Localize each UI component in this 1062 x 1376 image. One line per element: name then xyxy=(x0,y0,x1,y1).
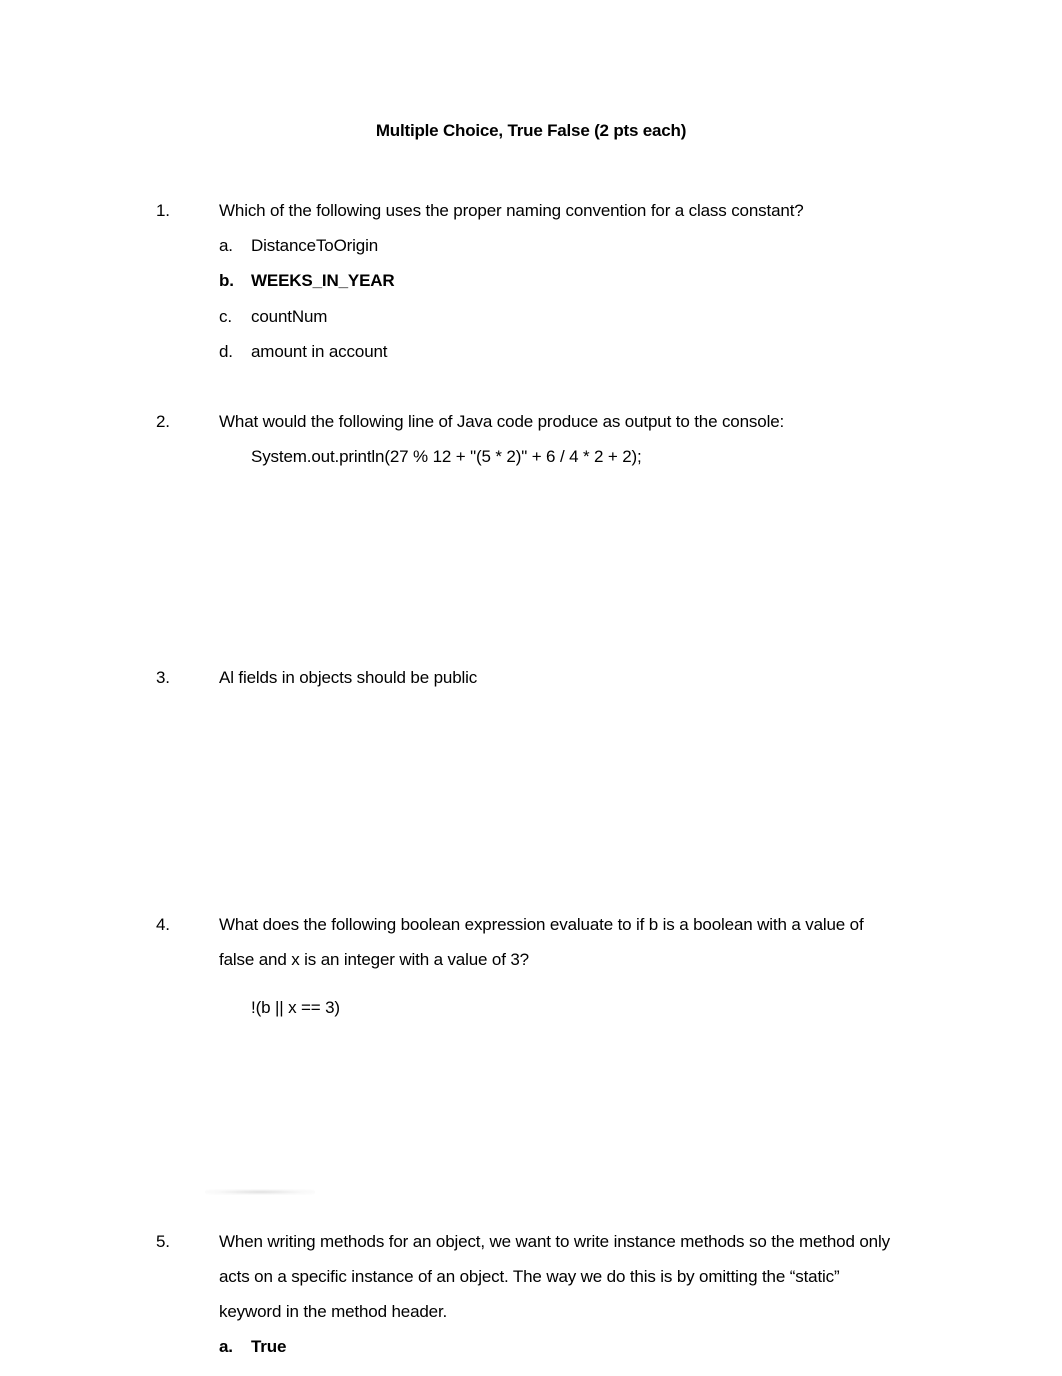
question-text: What would the following line of Java co… xyxy=(219,412,785,431)
document-page: Multiple Choice, True False (2 pts each)… xyxy=(0,0,1062,1376)
document-title: Multiple Choice, True False (2 pts each) xyxy=(375,121,687,140)
code-snippet: System.out.println(27 % 12 + "(5 * 2)" +… xyxy=(251,447,642,466)
question-text: keyword in the method header. xyxy=(219,1302,448,1321)
option-text: countNum xyxy=(251,307,328,326)
option-letter: a. xyxy=(219,236,233,255)
option-text: amount in account xyxy=(251,342,388,361)
option-letter: a. xyxy=(219,1337,233,1356)
option-letter: b. xyxy=(219,271,234,290)
question-text: Al fields in objects should be public xyxy=(219,668,478,687)
option-letter: c. xyxy=(219,307,232,326)
option-text: DistanceToOrigin xyxy=(251,236,379,255)
question-text: Which of the following uses the proper n… xyxy=(219,201,804,220)
question-number: 5. xyxy=(156,1232,170,1251)
code-snippet: !(b || x == 3) xyxy=(251,998,340,1017)
question-number: 3. xyxy=(156,668,170,687)
question-number: 1. xyxy=(156,201,170,220)
option-text-selected: WEEKS_IN_YEAR xyxy=(251,271,395,290)
question-text: acts on a specific instance of an object… xyxy=(219,1267,840,1286)
question-text: false and x is an integer with a value o… xyxy=(219,950,529,969)
option-text-selected: True xyxy=(251,1337,287,1356)
scan-smudge xyxy=(205,1189,315,1195)
question-text: When writing methods for an object, we w… xyxy=(219,1232,890,1251)
question-text: What does the following boolean expressi… xyxy=(219,915,864,934)
question-number: 4. xyxy=(156,915,170,934)
option-letter: d. xyxy=(219,342,233,361)
question-number: 2. xyxy=(156,412,170,431)
